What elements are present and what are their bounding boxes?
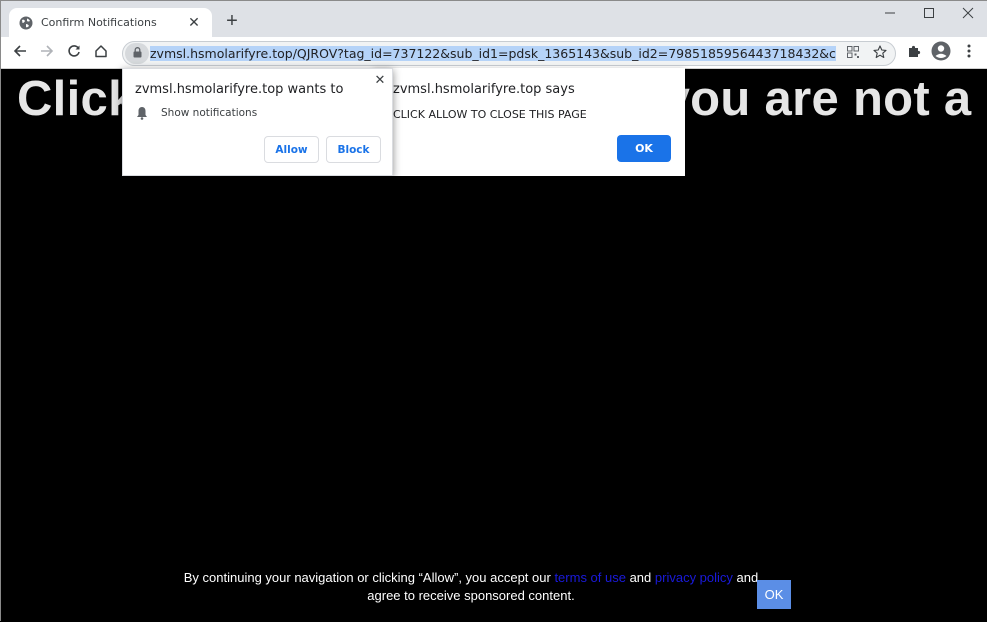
consent-text-and2: and bbox=[732, 570, 759, 585]
consent-ok-button[interactable]: OK bbox=[757, 580, 791, 609]
alert-ok-button[interactable]: OK bbox=[617, 135, 671, 162]
permission-close-icon[interactable]: ✕ bbox=[373, 72, 387, 88]
extensions-button[interactable] bbox=[903, 42, 925, 64]
minimize-icon bbox=[884, 6, 896, 24]
notification-permission-prompt: zvmsl.hsmolarifyre.top wants to ✕ Show n… bbox=[122, 68, 393, 176]
menu-button[interactable] bbox=[958, 42, 980, 64]
consent-text-part1: By continuing your navigation or clickin… bbox=[183, 570, 555, 585]
privacy-policy-link[interactable]: privacy policy bbox=[655, 570, 733, 585]
tab-confirm-notifications[interactable]: Confirm Notifications ✕ bbox=[9, 8, 212, 37]
permission-label: Show notifications bbox=[161, 107, 258, 119]
window-close-button[interactable] bbox=[949, 1, 987, 29]
kebab-menu-icon bbox=[967, 44, 971, 63]
headline-left: Click bbox=[17, 72, 136, 126]
consent-text-and: and bbox=[625, 570, 655, 585]
back-button[interactable] bbox=[9, 42, 31, 64]
maximize-button[interactable] bbox=[910, 1, 948, 29]
reload-button[interactable] bbox=[63, 42, 85, 64]
profile-button[interactable] bbox=[930, 41, 952, 66]
qr-code-icon bbox=[847, 45, 859, 63]
qr-code-button[interactable] bbox=[843, 45, 863, 63]
allow-button[interactable]: Allow bbox=[264, 136, 319, 163]
home-icon bbox=[94, 44, 108, 63]
url-text[interactable]: zvmsl.hsmolarifyre.top/QJROV?tag_id=7371… bbox=[150, 45, 836, 63]
consent-text: By continuing your navigation or clickin… bbox=[181, 569, 761, 605]
account-icon bbox=[931, 41, 951, 66]
star-icon bbox=[873, 44, 887, 64]
forward-button[interactable] bbox=[36, 42, 58, 64]
consent-text-line2: agree to receive sponsored content. bbox=[367, 588, 575, 603]
headline-right: you are not a bbox=[662, 72, 972, 126]
tab-title: Confirm Notifications bbox=[41, 16, 157, 29]
alert-message: CLICK ALLOW TO CLOSE THIS PAGE bbox=[393, 108, 587, 121]
url-selection: zvmsl.hsmolarifyre.top/QJROV?tag_id=7371… bbox=[150, 46, 836, 61]
maximize-icon bbox=[923, 6, 935, 24]
forward-arrow-icon bbox=[40, 44, 54, 63]
bell-icon bbox=[136, 106, 148, 120]
address-bar[interactable]: zvmsl.hsmolarifyre.top/QJROV?tag_id=7371… bbox=[122, 41, 896, 66]
reload-icon bbox=[67, 44, 81, 63]
permission-title: zvmsl.hsmolarifyre.top wants to bbox=[135, 82, 344, 97]
browser-toolbar: zvmsl.hsmolarifyre.top/QJROV?tag_id=7371… bbox=[1, 37, 987, 69]
globe-icon bbox=[19, 16, 33, 30]
lock-icon bbox=[133, 45, 142, 63]
back-arrow-icon bbox=[13, 44, 27, 63]
home-button[interactable] bbox=[90, 42, 112, 64]
close-icon bbox=[962, 6, 974, 24]
new-tab-button[interactable]: + bbox=[221, 11, 243, 33]
alert-title: zvmsl.hsmolarifyre.top says bbox=[393, 82, 575, 97]
tab-close-icon[interactable]: ✕ bbox=[186, 14, 202, 31]
browser-window: Confirm Notifications ✕ + zvmsl.hsmolari… bbox=[0, 0, 987, 622]
tab-strip: Confirm Notifications ✕ + bbox=[1, 1, 987, 37]
site-info-button[interactable] bbox=[125, 43, 149, 64]
block-button[interactable]: Block bbox=[326, 136, 381, 163]
minimize-button[interactable] bbox=[871, 1, 909, 29]
bookmark-button[interactable] bbox=[870, 44, 890, 64]
permission-row: Show notifications bbox=[136, 106, 257, 120]
puzzle-icon bbox=[907, 44, 921, 63]
terms-of-use-link[interactable]: terms of use bbox=[554, 570, 626, 585]
alert-dialog: zvmsl.hsmolarifyre.top says CLICK ALLOW … bbox=[373, 68, 685, 176]
